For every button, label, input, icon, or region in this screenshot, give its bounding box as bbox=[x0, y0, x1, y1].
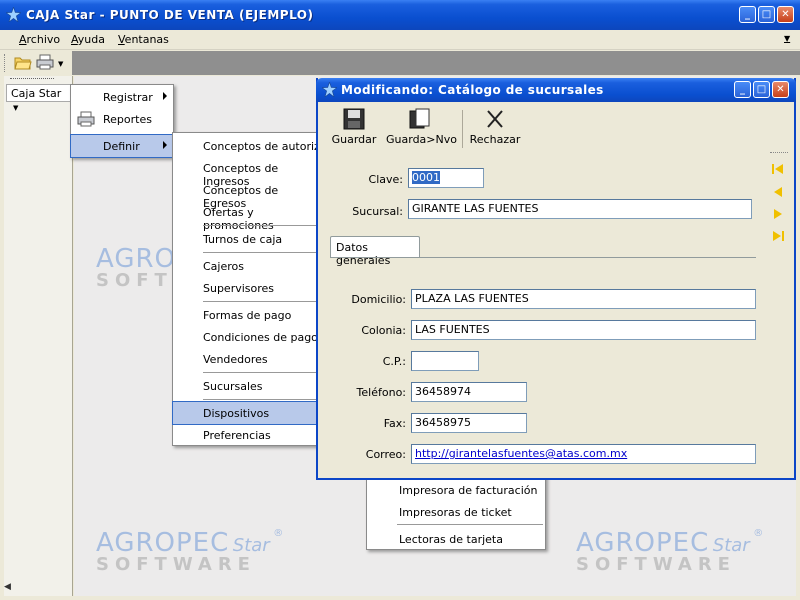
close-button[interactable]: ✕ bbox=[777, 6, 794, 23]
submenu-definir: Conceptos de autorización Conceptos de I… bbox=[172, 132, 349, 446]
fax-label: Fax: bbox=[383, 417, 406, 430]
menu-item-definir[interactable]: Definir bbox=[70, 134, 174, 158]
minimize-button[interactable]: _ bbox=[739, 6, 756, 23]
child-title-bar: Modificando: Catálogo de sucursales _ □ … bbox=[316, 78, 796, 102]
correo-field[interactable]: http://girantelasfuentes@atas.com.mx bbox=[411, 444, 756, 464]
watermark-logo-3: AGROPEC Star ® SOFTWARE bbox=[576, 528, 764, 575]
printer-dropdown-icon[interactable]: ▼ bbox=[58, 60, 63, 68]
menu-separator bbox=[203, 225, 317, 226]
menu-item-preferencias[interactable]: Preferencias bbox=[173, 424, 319, 446]
guarda-nuevo-button[interactable]: Guarda>Nvo bbox=[386, 108, 457, 146]
menu-item-registrar[interactable]: Registrar bbox=[71, 86, 173, 108]
save-new-icon bbox=[409, 108, 430, 129]
cp-field[interactable] bbox=[411, 351, 479, 371]
telefono-label: Teléfono: bbox=[356, 386, 406, 399]
next-record-icon[interactable] bbox=[771, 207, 787, 221]
menu-item-supervisores[interactable]: Supervisores bbox=[173, 277, 319, 299]
nav-grip bbox=[770, 152, 788, 155]
clave-label: Clave: bbox=[368, 173, 403, 186]
caja-star-chevron-icon: ▼ bbox=[13, 104, 19, 112]
menu-item-lectoras-tarjeta[interactable]: Lectoras de tarjeta bbox=[367, 528, 545, 550]
guarda-nuevo-label: Guarda>Nvo bbox=[386, 133, 457, 146]
rechazar-button[interactable]: Rechazar bbox=[468, 108, 522, 146]
menu-separator bbox=[203, 372, 317, 373]
main-title-bar: CAJA Star - PUNTO DE VENTA (EJEMPLO) _ □… bbox=[0, 0, 800, 30]
menu-bar: Archivo Ayuda Ventanas ▼ bbox=[0, 30, 800, 50]
child-maximize-button[interactable]: □ bbox=[753, 81, 770, 98]
guardar-label: Guardar bbox=[331, 133, 377, 146]
reject-x-icon bbox=[487, 110, 503, 128]
clave-field[interactable]: 0001 bbox=[408, 168, 484, 188]
correo-label: Correo: bbox=[365, 448, 406, 461]
app-star-icon bbox=[6, 7, 21, 22]
menu-separator bbox=[203, 252, 317, 253]
colonia-label: Colonia: bbox=[361, 324, 406, 337]
menu-item-conceptos-egresos[interactable]: Conceptos de Egresos bbox=[173, 179, 319, 210]
menu-ventanas[interactable]: Ventanas bbox=[118, 33, 169, 46]
menu-item-impresoras-ticket[interactable]: Impresoras de ticket bbox=[367, 501, 545, 523]
menu-item-conceptos-autorizacion[interactable]: Conceptos de autorización bbox=[173, 135, 349, 157]
submenu-arrow-icon bbox=[163, 92, 167, 100]
menu-item-reportes[interactable]: Reportes bbox=[71, 108, 173, 130]
domicilio-field[interactable]: PLAZA LAS FUENTES bbox=[411, 289, 756, 309]
maximize-button[interactable]: □ bbox=[758, 6, 775, 23]
menu-separator bbox=[203, 399, 317, 400]
toolbar-grip[interactable] bbox=[4, 54, 7, 72]
menu-item-ofertas-promociones[interactable]: Ofertas y promociones bbox=[173, 201, 319, 232]
app-star-icon bbox=[322, 82, 337, 97]
menu-ayuda[interactable]: Ayuda bbox=[71, 33, 105, 46]
menu-separator bbox=[203, 301, 317, 302]
menubar-chevron-icon[interactable]: ▼ bbox=[784, 34, 790, 43]
toolbar-empty-area bbox=[72, 51, 800, 75]
left-panel-grip[interactable] bbox=[10, 78, 54, 81]
menu-item-turnos-caja[interactable]: Turnos de caja bbox=[173, 228, 319, 250]
tab-datos-generales[interactable]: Datos generales bbox=[330, 236, 420, 267]
sucursal-field[interactable]: GIRANTE LAS FUENTES bbox=[408, 199, 752, 219]
colonia-field[interactable]: LAS FUENTES bbox=[411, 320, 756, 340]
printer-icon[interactable] bbox=[36, 54, 54, 70]
menu-item-sucursales[interactable]: Sucursales bbox=[173, 375, 319, 397]
menu-item-vendedores[interactable]: Vendedores bbox=[173, 348, 319, 370]
rechazar-label: Rechazar bbox=[469, 133, 521, 146]
guardar-button[interactable]: Guardar bbox=[330, 108, 378, 146]
previous-record-icon[interactable] bbox=[771, 185, 787, 199]
domicilio-label: Domicilio: bbox=[351, 293, 406, 306]
caja-star-dropdown[interactable]: Caja Star ▼ bbox=[6, 84, 72, 112]
child-title: Modificando: Catálogo de sucursales bbox=[341, 83, 604, 97]
toolbar-separator bbox=[462, 110, 463, 148]
caja-star-label: Caja Star bbox=[11, 87, 62, 100]
open-folder-icon[interactable] bbox=[14, 54, 32, 70]
menu-caja-star: Registrar Reportes Definir bbox=[70, 84, 174, 158]
app-title: CAJA Star - PUNTO DE VENTA (EJEMPLO) bbox=[26, 8, 314, 22]
menu-item-condiciones-pago[interactable]: Condiciones de pago bbox=[173, 326, 319, 348]
fax-field[interactable]: 36458975 bbox=[411, 413, 527, 433]
menu-separator bbox=[397, 524, 543, 525]
tab-underline bbox=[330, 257, 756, 258]
child-close-button[interactable]: ✕ bbox=[772, 81, 789, 98]
watermark-logo-2: AGROPEC Star ® SOFTWARE bbox=[96, 528, 284, 575]
first-record-icon[interactable] bbox=[771, 162, 787, 176]
save-disk-icon bbox=[343, 108, 365, 130]
last-record-icon[interactable] bbox=[771, 229, 787, 243]
menu-item-dispositivos[interactable]: Dispositivos bbox=[172, 401, 320, 425]
menu-item-cajeros[interactable]: Cajeros bbox=[173, 255, 319, 277]
child-minimize-button[interactable]: _ bbox=[734, 81, 751, 98]
left-panel bbox=[4, 76, 73, 596]
sucursal-label: Sucursal: bbox=[352, 205, 403, 218]
submenu-arrow-icon bbox=[163, 141, 167, 149]
menu-item-conceptos-ingresos[interactable]: Conceptos de Ingresos bbox=[173, 157, 319, 188]
menu-archivo[interactable]: Archivo bbox=[19, 33, 60, 46]
menu-item-impresora-facturacion[interactable]: Impresora de facturación bbox=[367, 479, 545, 501]
scroll-left-icon[interactable]: ◀ bbox=[4, 582, 11, 592]
cp-label: C.P.: bbox=[382, 355, 406, 368]
menu-item-formas-pago[interactable]: Formas de pago bbox=[173, 304, 319, 326]
telefono-field[interactable]: 36458974 bbox=[411, 382, 527, 402]
printer-icon bbox=[77, 111, 95, 127]
